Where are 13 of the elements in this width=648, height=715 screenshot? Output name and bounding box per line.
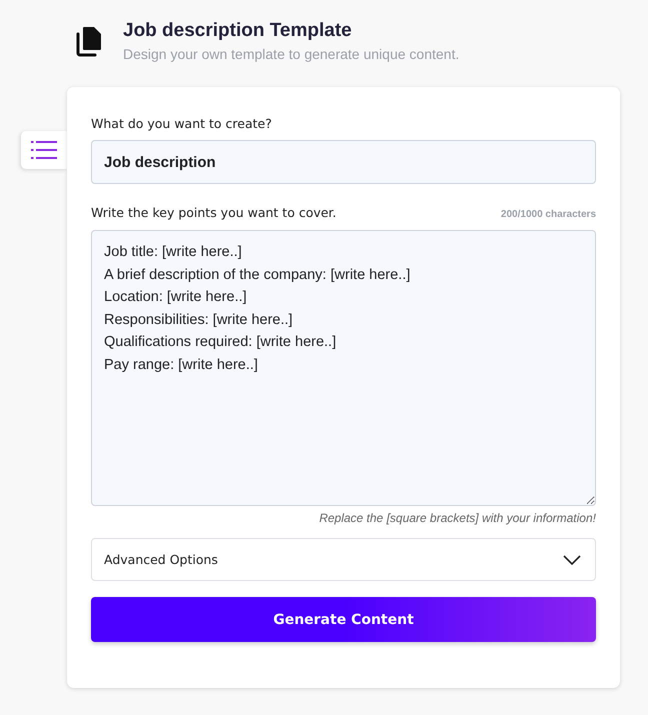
menu-tab[interactable]: [21, 131, 67, 169]
topic-field[interactable]: Job description: [91, 140, 596, 184]
field-label: What do you want to create?: [91, 116, 273, 131]
chevron-icon: [563, 554, 581, 564]
character-counter: 200/1000 characters: [500, 209, 596, 220]
hint-text: Replace the [square brackets] with your information!: [319, 511, 596, 525]
page-title: Job description Template: [123, 20, 353, 42]
list-icon: [31, 141, 57, 159]
page-subtitle: Design your own template to generate unique content.: [123, 46, 460, 62]
key-points-field[interactable]: Job title: [write here..] A brief description of the company: [write here..] Location: [write here..] Responsibilities: [write here..] Qualifications required: [write here..] Pay range: [write here..]: [91, 230, 596, 506]
advanced-options-dropdown[interactable]: Advanced Options: [91, 538, 596, 581]
field-label: Write the key points you want to cover.: [91, 205, 336, 220]
generate-content-button[interactable]: Generate Content: [91, 597, 596, 642]
